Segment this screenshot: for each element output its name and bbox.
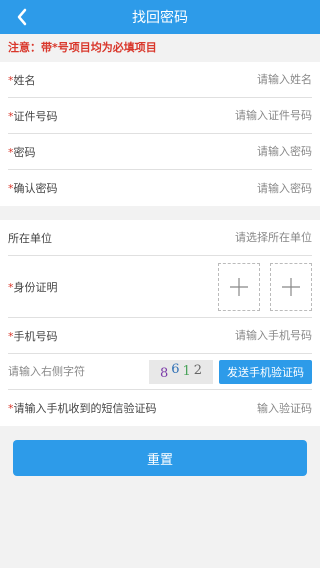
plus-icon [282,277,300,296]
phone-row: *手机号码 [8,318,312,354]
sms-code-label-text: 请输入手机收到的短信验证码 [13,402,157,415]
chevron-left-icon [17,8,27,26]
captcha-char: 6 [171,362,180,377]
upload-front-button[interactable] [218,262,260,311]
id-number-label-text: 证件号码 [13,109,58,123]
captcha-char: 8 [159,366,169,381]
org-select[interactable] [60,231,312,244]
password-label-text: 密码 [13,145,36,159]
password-label: *密码 [8,144,36,160]
id-number-input[interactable] [65,109,312,122]
sms-code-row: *请输入手机收到的短信验证码 [8,390,312,426]
plus-icon [230,277,248,296]
required-notice: 注意：带*号项目均为必填项目 [0,34,320,62]
captcha-input[interactable] [8,365,149,378]
id-number-row: *证件号码 [8,98,312,134]
captcha-row: 8 6 1 2 发送手机验证码 [8,354,312,390]
reset-button[interactable]: 重置 [13,440,307,476]
captcha-image[interactable]: 8 6 1 2 [149,359,213,384]
captcha-char: 1 [182,364,191,379]
password-row: *密码 [8,134,312,170]
captcha-char: 2 [193,363,203,378]
name-label: *姓名 [8,72,36,88]
name-row: *姓名 [8,62,312,98]
id-proof-label-text: 身份证明 [13,280,58,294]
confirm-password-label: *确认密码 [8,180,58,196]
sms-code-label: *请输入手机收到的短信验证码 [8,400,157,416]
reset-area: 重置 [0,426,320,490]
sms-code-input[interactable] [164,401,312,415]
phone-label-text: 手机号码 [13,329,58,343]
name-input[interactable] [43,73,312,86]
personal-info-card: *姓名 *证件号码 *密码 *确认密码 [0,62,320,206]
send-sms-code-button[interactable]: 发送手机验证码 [219,359,312,384]
verification-card: 所在单位 *身份证明 *手机号码 8 6 [0,220,320,426]
header-bar: 找回密码 [0,0,320,34]
org-label: 所在单位 [8,231,52,245]
phone-input[interactable] [65,329,312,342]
id-proof-label: *身份证明 [8,279,58,295]
back-button[interactable] [8,0,36,34]
password-input[interactable] [43,145,312,158]
upload-group [218,262,312,311]
id-proof-row: *身份证明 [8,256,312,318]
confirm-password-row: *确认密码 [8,170,312,206]
page-title: 找回密码 [132,10,188,26]
org-row[interactable]: 所在单位 [8,220,312,256]
confirm-password-label-text: 确认密码 [13,182,58,195]
id-number-label: *证件号码 [8,108,58,124]
upload-back-button[interactable] [270,262,312,311]
name-label-text: 姓名 [13,73,36,87]
phone-label: *手机号码 [8,328,58,344]
confirm-password-input[interactable] [65,181,312,195]
